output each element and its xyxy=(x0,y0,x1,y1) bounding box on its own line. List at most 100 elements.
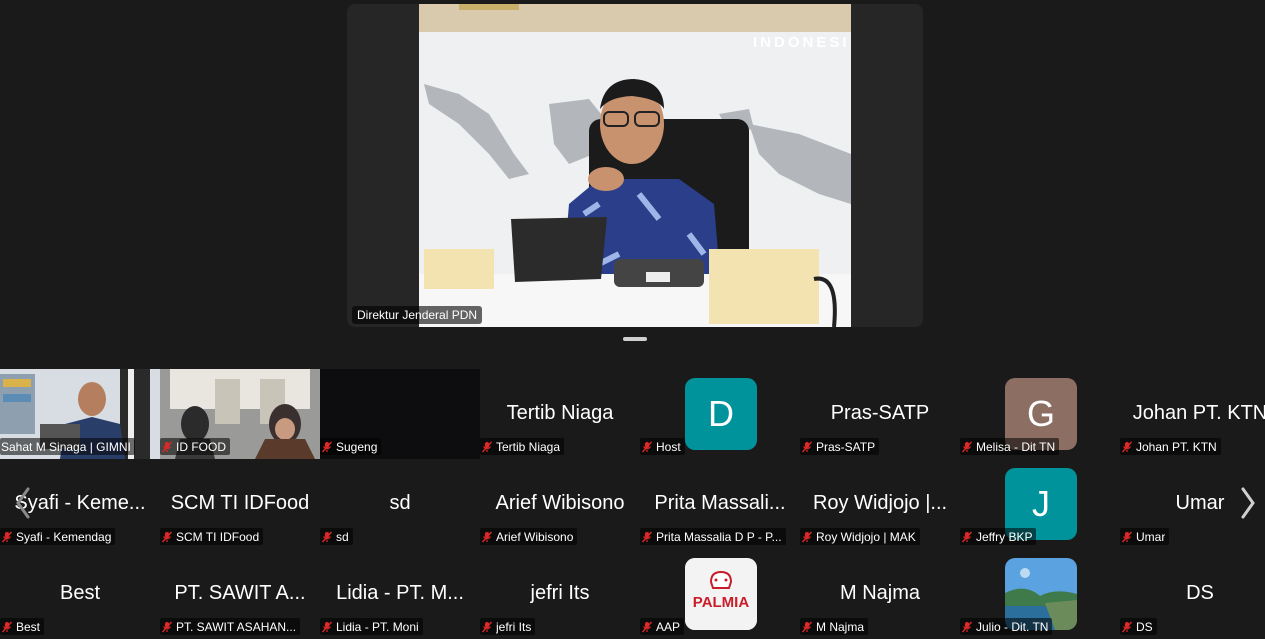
participant-tile[interactable]: Best Best xyxy=(0,549,160,639)
participant-tile[interactable]: jefri Its jefri Its xyxy=(480,549,640,639)
muted-mic-icon xyxy=(1,621,13,632)
participant-name-label: M Najma xyxy=(800,618,869,635)
participant-name-label: SCM TI IDFood xyxy=(160,528,264,545)
speaker-name-label: Direktur Jenderal PDN xyxy=(352,306,483,324)
participant-name: Sahat M Sinaga | GIMNI xyxy=(1,439,131,454)
muted-mic-icon xyxy=(801,531,813,542)
participant-tile[interactable]: Sahat M Sinaga | GIMNI xyxy=(0,369,160,459)
participant-name: Host xyxy=(656,439,681,454)
participant-tile[interactable]: G Melisa - Dit TN xyxy=(960,369,1120,459)
participant-name-label: Host xyxy=(640,438,685,455)
participant-name-label: Melisa - Dit TN xyxy=(960,438,1060,455)
muted-mic-icon xyxy=(641,531,653,542)
participant-name: SCM TI IDFood xyxy=(176,529,260,544)
participant-tile[interactable]: Sugeng xyxy=(320,369,480,459)
muted-mic-icon xyxy=(1,531,13,542)
muted-mic-icon xyxy=(1121,441,1133,452)
participant-name: Pras-SATP xyxy=(816,439,876,454)
participant-tile[interactable]: Tertib Niaga Tertib Niaga xyxy=(480,369,640,459)
participant-name: M Najma xyxy=(816,619,865,634)
participant-display-name: Roy Widjojo |... xyxy=(812,492,948,514)
participant-name-label: Tertib Niaga xyxy=(480,438,565,455)
wall-text: INDONESI xyxy=(753,34,850,51)
participant-name: Roy Widjojo | MAK xyxy=(816,529,916,544)
muted-mic-icon xyxy=(321,621,333,632)
muted-mic-icon xyxy=(321,441,333,452)
muted-mic-icon xyxy=(641,441,653,452)
muted-mic-icon xyxy=(481,621,493,632)
participant-name-label: AAP xyxy=(640,618,685,635)
muted-mic-icon xyxy=(481,531,493,542)
participant-tile[interactable]: Arief Wibisono Arief Wibisono xyxy=(480,459,640,549)
palmia-logo-icon: PALMIA xyxy=(685,558,757,630)
participant-name-label: Arief Wibisono xyxy=(480,528,578,545)
participant-display-name: SCM TI IDFood xyxy=(170,492,310,514)
participant-name-label: Sugeng xyxy=(320,438,382,455)
participant-tile[interactable]: DS DS xyxy=(1120,549,1265,639)
participant-tile[interactable]: Pras-SATP Pras-SATP xyxy=(800,369,960,459)
participant-display-name: Johan PT. KTN xyxy=(1132,402,1265,424)
participant-name-label: Roy Widjojo | MAK xyxy=(800,528,920,545)
participant-name: Syafi - Kemendag xyxy=(16,529,112,544)
avatar: D xyxy=(685,378,757,450)
participant-name: AAP xyxy=(656,619,681,634)
participant-name-label: DS xyxy=(1120,618,1157,635)
muted-mic-icon xyxy=(961,621,973,632)
participant-name: Prita Massalia D P - P... xyxy=(656,529,782,544)
participant-name: DS xyxy=(1136,619,1153,634)
participant-name-label: Sahat M Sinaga | GIMNI xyxy=(0,438,135,455)
participant-display-name: Best xyxy=(59,582,101,604)
participant-name-label: Umar xyxy=(1120,528,1170,545)
participant-tile[interactable]: J Jeffry BKP xyxy=(960,459,1120,549)
active-speaker-tile[interactable]: INDONESI Direktur Jenderal PDN xyxy=(347,4,923,327)
avatar: PALMIA xyxy=(685,558,757,630)
participant-name-label: Pras-SATP xyxy=(800,438,880,455)
participant-tile[interactable]: ID FOOD xyxy=(160,369,320,459)
participant-tile[interactable]: PT. SAWIT A... PT. SAWIT ASAHAN... xyxy=(160,549,320,639)
participant-tile[interactable]: Johan PT. KTN Johan PT. KTN xyxy=(1120,369,1265,459)
participant-name: Melisa - Dit TN xyxy=(976,439,1056,454)
muted-mic-icon xyxy=(961,531,973,542)
participant-display-name: M Najma xyxy=(839,582,920,604)
participant-name-label: Julio - Dit. TN xyxy=(960,618,1053,635)
participant-name-label: Lidia - PT. Moni xyxy=(320,618,423,635)
participant-tile[interactable]: M Najma M Najma xyxy=(800,549,960,639)
participant-tile[interactable]: Roy Widjojo |... Roy Widjojo | MAK xyxy=(800,459,960,549)
next-page-icon[interactable] xyxy=(1235,483,1261,523)
participant-tile[interactable]: SCM TI IDFood SCM TI IDFood xyxy=(160,459,320,549)
participant-tile[interactable]: sd sd xyxy=(320,459,480,549)
participant-name: Jeffry BKP xyxy=(976,529,1033,544)
muted-mic-icon xyxy=(1121,531,1133,542)
gallery-view: Sahat M Sinaga | GIMNI ID FOOD Sugeng Terti… xyxy=(0,369,1265,639)
muted-mic-icon xyxy=(321,531,333,542)
participant-display-name: DS xyxy=(1186,582,1214,604)
muted-mic-icon xyxy=(161,531,173,542)
participant-tile[interactable]: Prita Massali... Prita Massalia D P - P..… xyxy=(640,459,800,549)
previous-page-icon[interactable] xyxy=(10,483,36,523)
participant-name-label: jefri Its xyxy=(480,618,536,635)
participant-tile[interactable]: Julio - Dit. TN xyxy=(960,549,1120,639)
muted-mic-icon xyxy=(961,441,973,452)
participant-display-name: Tertib Niaga xyxy=(506,402,614,424)
participant-tile[interactable]: PALMIA AAP xyxy=(640,549,800,639)
participant-name-label: Johan PT. KTN xyxy=(1120,438,1221,455)
participant-name-label: sd xyxy=(320,528,353,545)
participant-name-label: Best xyxy=(0,618,45,635)
resize-handle[interactable] xyxy=(623,337,647,341)
participant-name: Lidia - PT. Moni xyxy=(336,619,419,634)
participant-name-label: ID FOOD xyxy=(160,438,230,455)
participant-name: Tertib Niaga xyxy=(496,439,561,454)
participant-display-name: Arief Wibisono xyxy=(495,492,625,514)
participant-name: Arief Wibisono xyxy=(496,529,574,544)
participant-name: sd xyxy=(336,529,349,544)
participant-name: PT. SAWIT ASAHAN... xyxy=(176,619,297,634)
participant-display-name: Lidia - PT. M... xyxy=(336,582,464,604)
participant-tile[interactable]: Lidia - PT. M... Lidia - PT. Moni xyxy=(320,549,480,639)
participant-name: Best xyxy=(16,619,41,634)
participant-tile[interactable]: D Host xyxy=(640,369,800,459)
participant-display-name: Pras-SATP xyxy=(830,402,930,424)
participant-name-label: Jeffry BKP xyxy=(960,528,1037,545)
participant-name: Julio - Dit. TN xyxy=(976,619,1049,634)
muted-mic-icon xyxy=(161,441,173,452)
muted-mic-icon xyxy=(801,621,813,632)
